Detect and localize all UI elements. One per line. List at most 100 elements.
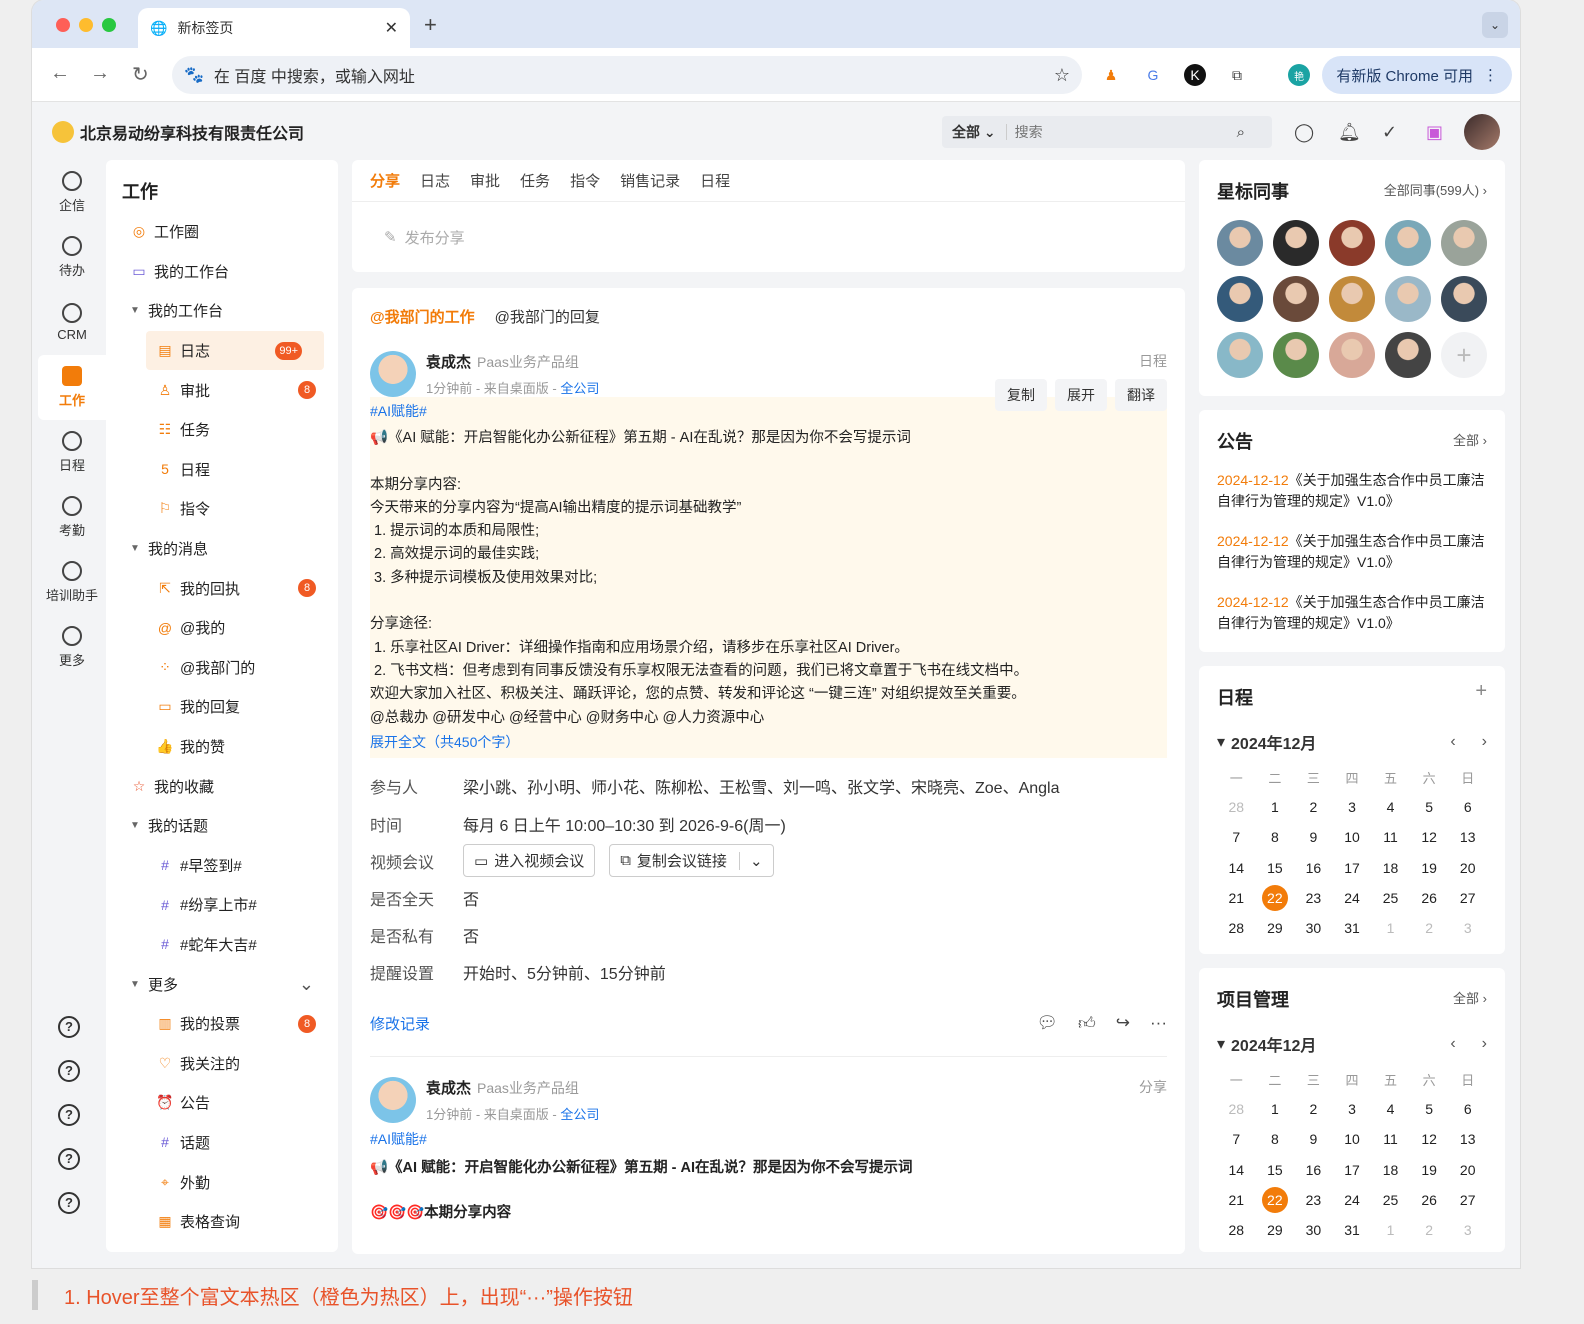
bookmark-star-icon[interactable]: ☆	[1054, 65, 1070, 86]
calendar-day[interactable]: 21	[1217, 883, 1256, 913]
user-avatar[interactable]	[1464, 114, 1500, 150]
author-name[interactable]: 袁成杰	[426, 1080, 471, 1097]
company-logo[interactable]: 北京易动纷享科技有限责任公司	[52, 120, 304, 144]
add-schedule-button[interactable]: +	[1475, 680, 1487, 703]
topic-tag[interactable]: #AI赋能#	[370, 1125, 1167, 1149]
feed-tab[interactable]: 分享	[370, 170, 400, 191]
rail-item-5[interactable]: 考勤	[38, 485, 106, 550]
calendar-day[interactable]: 26	[1410, 883, 1449, 913]
calendar-day[interactable]: 2	[1410, 913, 1449, 943]
calendar-day[interactable]: 1	[1371, 913, 1410, 943]
sidebar-item[interactable]: ⚐ 指令	[106, 489, 338, 529]
author-avatar[interactable]	[370, 351, 416, 397]
calendar-day[interactable]: 25	[1371, 883, 1410, 913]
edit-history-link[interactable]: 修改记录	[370, 1013, 430, 1034]
calendar-day[interactable]: 10	[1333, 1124, 1372, 1154]
notice-item[interactable]: 2024-12-12《关于加强生态合作中员工廉洁自律行为管理的规定》V1.0》	[1199, 531, 1505, 573]
calendar-day[interactable]: 17	[1333, 853, 1372, 883]
close-tab-icon[interactable]: ✕	[385, 18, 398, 38]
colleague-avatar[interactable]	[1441, 276, 1487, 322]
more-actions-icon[interactable]: ···	[1150, 1013, 1167, 1034]
feed-tab[interactable]: 日程	[700, 170, 730, 191]
calendar-day[interactable]: 24	[1333, 1185, 1372, 1215]
calendar-day[interactable]: 4	[1371, 792, 1410, 822]
back-icon[interactable]: ←	[50, 62, 70, 85]
calendar-day[interactable]: 8	[1256, 1124, 1295, 1154]
copy-meeting-link-button[interactable]: ⧉ 复制会议链接 ⌄	[609, 844, 774, 878]
close-window-button[interactable]	[56, 18, 70, 32]
calendar-day[interactable]: 15	[1256, 853, 1295, 883]
rail-item-3[interactable]: 工作	[38, 355, 106, 420]
rail-item-4[interactable]: 日程	[38, 420, 106, 485]
rail-item-1[interactable]: 待办	[38, 225, 106, 290]
sidebar-item[interactable]: ▦ 表格查询	[106, 1202, 338, 1242]
update-chrome-button[interactable]: 有新版 Chrome 可用 ⋮	[1322, 56, 1512, 94]
feed-tab[interactable]: 销售记录	[620, 170, 680, 191]
sidebar-item[interactable]: ⏰ 公告	[106, 1083, 338, 1123]
colleague-avatar[interactable]	[1273, 276, 1319, 322]
comment-icon[interactable]: 💬︎	[1036, 1013, 1058, 1034]
rail-item-7[interactable]: 更多	[38, 615, 106, 680]
sidebar-item[interactable]: ▼ 更多 ⌄	[106, 964, 338, 1004]
search-scope-select[interactable]: 全部 ⌄	[942, 124, 1007, 140]
reload-icon[interactable]: ↻	[132, 62, 149, 87]
calendar-day[interactable]: 18	[1371, 853, 1410, 883]
subtab-dept-work[interactable]: @我部门的工作	[370, 306, 475, 327]
calendar-day[interactable]: 1	[1371, 1215, 1410, 1245]
calendar-day[interactable]: 28	[1217, 1094, 1256, 1124]
sidebar-item[interactable]: ♙ 审批 8	[106, 370, 338, 410]
calendar-day[interactable]: 1	[1256, 1094, 1295, 1124]
calendar-day[interactable]: 14	[1217, 853, 1256, 883]
calendar-day[interactable]: 5	[1410, 792, 1449, 822]
calendar-day[interactable]: 28	[1217, 913, 1256, 943]
colleague-avatar[interactable]	[1273, 332, 1319, 378]
calendar-day[interactable]: 15	[1256, 1155, 1295, 1185]
maximize-window-button[interactable]	[102, 18, 116, 32]
feed-tab[interactable]: 任务	[520, 170, 550, 191]
scope-link[interactable]: 全公司	[560, 381, 599, 396]
bell-icon[interactable]: 🔔︎	[1338, 122, 1361, 143]
calendar-day[interactable]: 22	[1256, 883, 1295, 913]
sidebar-item[interactable]: ⇱ 我的回执 8	[106, 568, 338, 608]
sidebar-item[interactable]: ⌖ 外勤	[106, 1162, 338, 1202]
colleague-avatar[interactable]	[1273, 220, 1319, 266]
calendar-day[interactable]: 6	[1448, 792, 1487, 822]
browser-tab[interactable]: 🌐 新标签页 ✕	[138, 8, 410, 48]
calendar-day[interactable]: 30	[1294, 913, 1333, 943]
calendar-day[interactable]: 29	[1256, 913, 1295, 943]
add-colleague-button[interactable]: +	[1441, 332, 1487, 378]
calendar-day[interactable]: 19	[1410, 853, 1449, 883]
rail-item-2[interactable]: CRM	[38, 290, 106, 355]
sidebar-item[interactable]: ▼ 我的工作台	[106, 291, 338, 331]
sidebar-item[interactable]: ▭ 我的工作台	[106, 252, 338, 292]
colleague-avatar[interactable]	[1441, 220, 1487, 266]
colleague-avatar[interactable]	[1329, 276, 1375, 322]
feed-tab[interactable]: 指令	[570, 170, 600, 191]
sidebar-item[interactable]: # #蛇年大吉#	[106, 925, 338, 965]
calendar-day[interactable]: 9	[1294, 1124, 1333, 1154]
calendar-day[interactable]: 9	[1294, 822, 1333, 852]
sidebar-item[interactable]: @ @我的	[106, 608, 338, 648]
like-icon[interactable]: 👍︎	[1078, 1013, 1096, 1034]
calendar-day[interactable]: 18	[1371, 1155, 1410, 1185]
sidebar-item[interactable]: # #早签到#	[106, 846, 338, 886]
new-tab-button[interactable]: +	[424, 12, 437, 38]
sidebar-item[interactable]: ♡ 我关注的	[106, 1043, 338, 1083]
colleague-avatar[interactable]	[1385, 332, 1431, 378]
copy-button[interactable]: 复制	[995, 379, 1047, 411]
help-icon[interactable]: ?	[58, 1148, 80, 1170]
calendar-day[interactable]: 6	[1448, 1094, 1487, 1124]
calendar-day[interactable]: 19	[1410, 1155, 1449, 1185]
feed-tab[interactable]: 日志	[420, 170, 450, 191]
calendar-day[interactable]: 23	[1294, 1185, 1333, 1215]
calendar-day[interactable]: 30	[1294, 1215, 1333, 1245]
calendar-day[interactable]: 7	[1217, 822, 1256, 852]
calendar-day[interactable]: 25	[1371, 1185, 1410, 1215]
profile-avatar[interactable]: 艳	[1288, 64, 1310, 86]
calendar-day[interactable]: 1	[1256, 792, 1295, 822]
help-icon[interactable]: ?	[58, 1104, 80, 1126]
all-projects-link[interactable]: 全部 ›	[1453, 988, 1487, 1007]
colleague-avatar[interactable]	[1329, 332, 1375, 378]
calendar-day[interactable]: 17	[1333, 1155, 1372, 1185]
translate-icon[interactable]: G	[1142, 64, 1164, 86]
